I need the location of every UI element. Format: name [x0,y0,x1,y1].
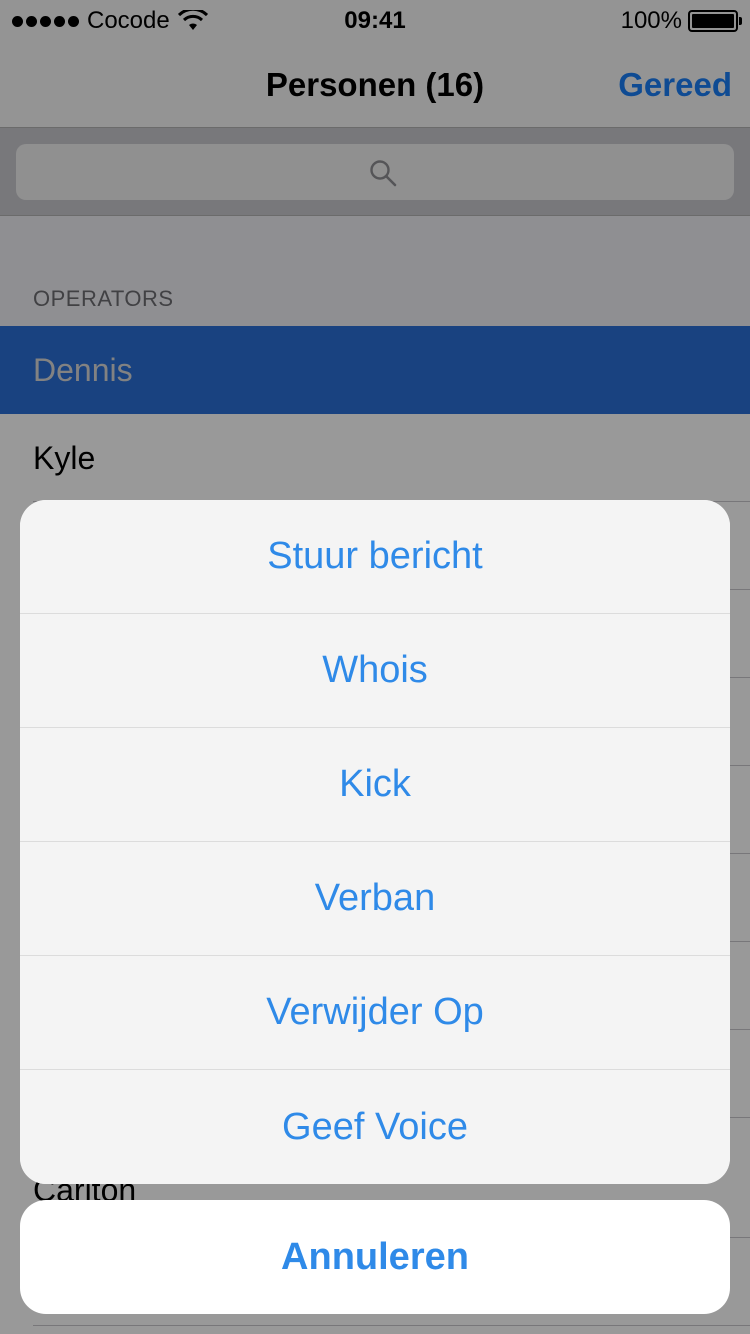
send-message-button[interactable]: Stuur bericht [20,500,730,614]
cancel-button[interactable]: Annuleren [20,1200,730,1314]
remove-op-button[interactable]: Verwijder Op [20,956,730,1070]
screen: Cocode 09:41 100% Personen (16) Gereed O… [0,0,750,1334]
action-sheet: Stuur bericht Whois Kick Verban Verwijde… [20,500,730,1184]
whois-button[interactable]: Whois [20,614,730,728]
kick-button[interactable]: Kick [20,728,730,842]
give-voice-button[interactable]: Geef Voice [20,1070,730,1184]
ban-button[interactable]: Verban [20,842,730,956]
